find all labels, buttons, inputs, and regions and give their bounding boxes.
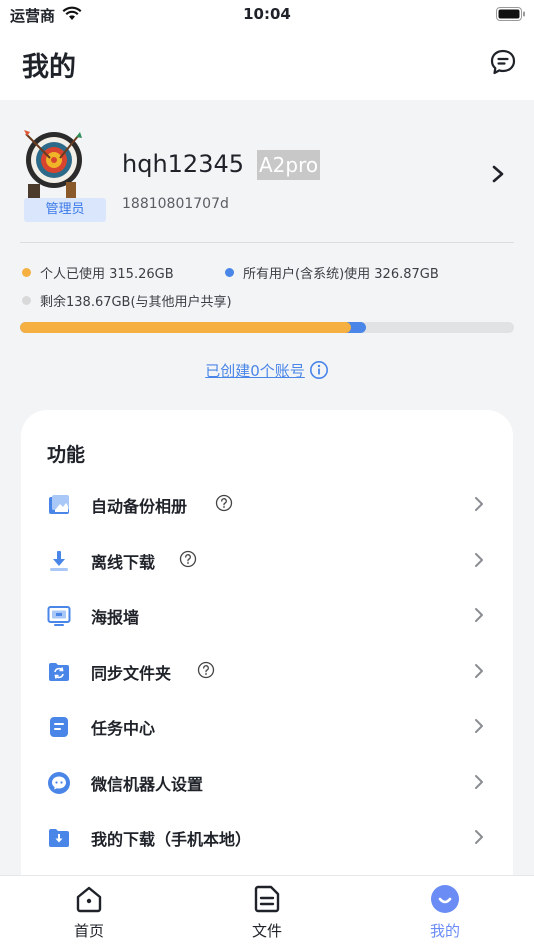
profile-smile-icon [431, 885, 459, 913]
help-icon[interactable] [215, 494, 233, 512]
menu-label: 离线下载 [91, 553, 156, 572]
poster-wall-icon [47, 606, 71, 626]
home-icon [76, 886, 102, 913]
tab-bar: 首页 文件 我的 [0, 875, 534, 950]
download-icon [50, 551, 68, 571]
chevron-right-icon [475, 664, 483, 678]
wechat-bot-icon [48, 772, 70, 794]
profile-section[interactable]: 管理员 hqh12345 A2pro 18810801707d 个人已使用 31… [0, 100, 534, 400]
tab-mine[interactable]: 我的 [385, 876, 505, 950]
section-title: 功能 [47, 444, 86, 466]
menu-item-photo-backup[interactable]: 自动备份相册 [21, 479, 513, 535]
help-icon[interactable] [197, 661, 215, 679]
header: 我的 [0, 30, 534, 100]
admin-role-badge: 管理员 [24, 198, 106, 222]
personal-usage-dot [22, 268, 31, 277]
chevron-right-icon [475, 775, 483, 789]
tab-label: 我的 [429, 922, 460, 940]
battery-icon [496, 7, 525, 21]
menu-item-local-download[interactable]: 我的下载（手机本地） [21, 812, 513, 868]
legend-remaining: 剩余138.67GB(与其他用户共享) [22, 291, 232, 310]
feedback-icon[interactable] [489, 48, 517, 76]
file-icon [254, 885, 280, 913]
user-id: 18810801707d [122, 196, 229, 212]
chevron-right-icon [475, 830, 483, 844]
remaining-dot [22, 296, 31, 305]
tab-files[interactable]: 文件 [207, 876, 327, 950]
photo-backup-icon [49, 495, 69, 514]
menu-label: 任务中心 [91, 719, 156, 738]
status-bar: 运营商 10:04 [0, 0, 534, 30]
tab-label: 文件 [251, 922, 282, 940]
tab-home[interactable]: 首页 [29, 876, 149, 950]
menu-item-offline-download[interactable]: 离线下载 [21, 535, 513, 591]
remaining-label: 剩余138.67GB(与其他用户共享) [40, 295, 232, 310]
local-download-icon [49, 829, 69, 847]
username: hqh12345 [122, 150, 245, 178]
page-title: 我的 [22, 52, 76, 83]
menu-item-poster-wall[interactable]: 海报墙 [21, 590, 513, 646]
legend-personal: 个人已使用 315.26GB [22, 263, 174, 282]
created-accounts-link[interactable]: 已创建0个账号 [0, 360, 534, 381]
all-users-usage-dot [225, 268, 234, 277]
menu-label: 我的下载（手机本地） [91, 830, 252, 849]
storage-progress-bar [20, 322, 514, 333]
avatar[interactable] [20, 126, 84, 200]
sync-folder-icon [49, 663, 69, 681]
chevron-right-icon [475, 497, 483, 511]
help-icon[interactable] [179, 550, 197, 568]
created-accounts-text[interactable]: 已创建0个账号 [205, 362, 305, 380]
chevron-right-icon [475, 719, 483, 733]
menu-label: 同步文件夹 [91, 664, 172, 683]
menu-item-sync-folder[interactable]: 同步文件夹 [21, 646, 513, 702]
info-icon[interactable] [309, 360, 329, 380]
personal-usage-label: 个人已使用 315.26GB [40, 267, 174, 282]
menu-item-task-center[interactable]: 任务中心 [21, 701, 513, 757]
menu-label: 自动备份相册 [91, 497, 188, 516]
all-users-usage-label: 所有用户(含系统)使用 326.87GB [243, 267, 439, 282]
chevron-right-icon [475, 553, 483, 567]
task-center-icon [50, 717, 68, 737]
tab-label: 首页 [73, 922, 104, 940]
legend-all-users: 所有用户(含系统)使用 326.87GB [225, 263, 439, 282]
personal-usage-fill [20, 322, 351, 333]
device-tag: A2pro [257, 150, 321, 180]
chevron-right-icon[interactable] [490, 164, 506, 184]
menu-label: 海报墙 [91, 608, 140, 627]
chevron-right-icon [475, 608, 483, 622]
clock: 10:04 [243, 5, 291, 23]
feature-card: 功能 自动备份相册 离线下载 海报墙 同步文件夹 任务中心 微信机器人设置 我的… [21, 410, 513, 950]
divider [20, 242, 514, 243]
menu-item-wechat-bot[interactable]: 微信机器人设置 [21, 757, 513, 813]
menu-label: 微信机器人设置 [91, 775, 204, 794]
